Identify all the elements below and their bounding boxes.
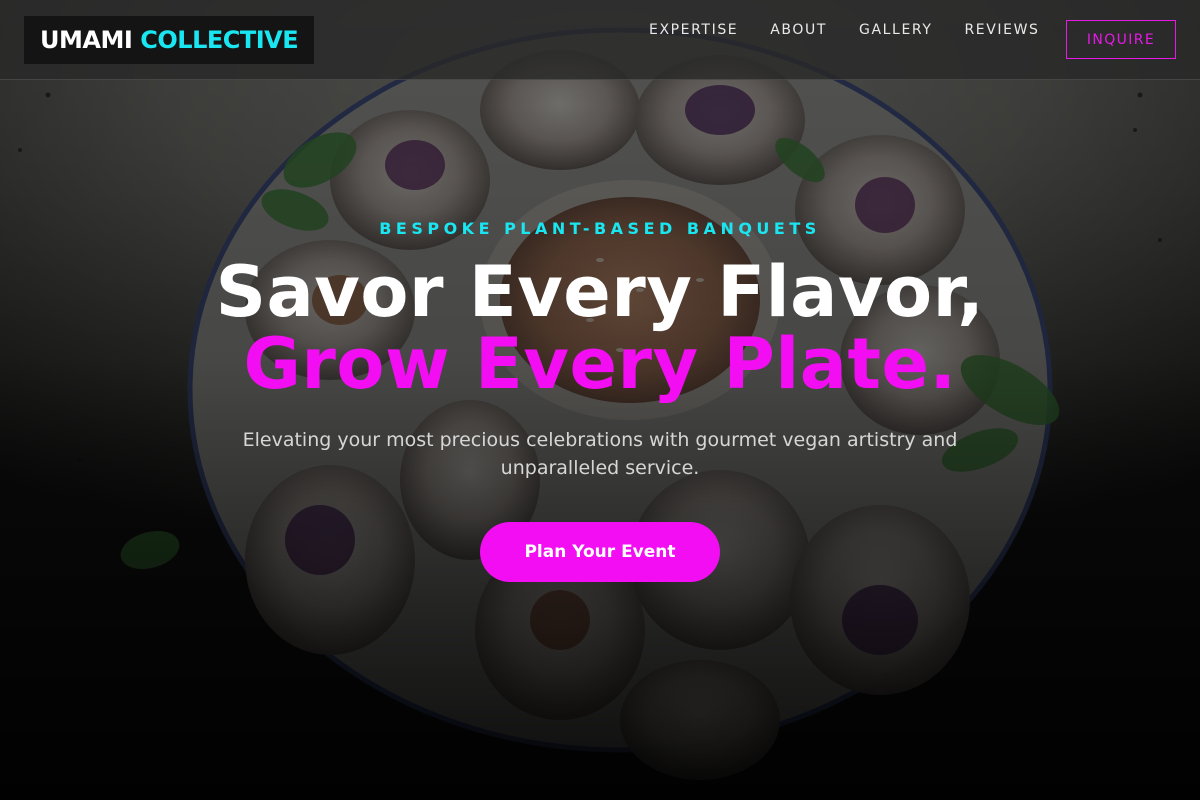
hero-headline-line-1: Savor Every Flavor, (215, 251, 985, 333)
hero-headline-line-2: Grow Every Plate. (243, 323, 957, 405)
plan-your-event-button[interactable]: Plan Your Event (480, 522, 720, 582)
hero-subtitle: Elevating your most precious celebration… (242, 429, 958, 479)
hero-content: BESPOKE PLANT-BASED BANQUETS Savor Every… (0, 0, 1200, 800)
hero-headline: Savor Every Flavor, Grow Every Plate. (0, 256, 1200, 400)
hero-eyebrow: BESPOKE PLANT-BASED BANQUETS (379, 219, 821, 238)
